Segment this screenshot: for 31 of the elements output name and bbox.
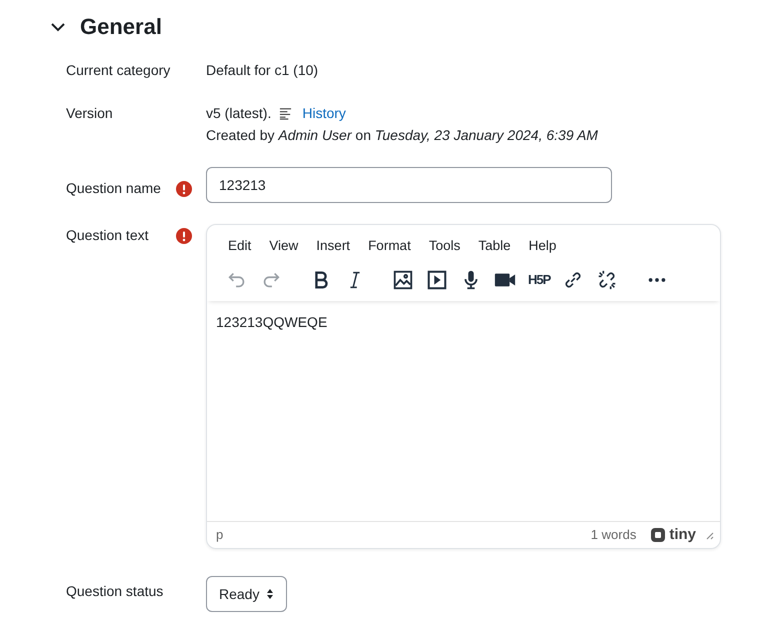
h5p-button[interactable]: H5P xyxy=(528,269,550,291)
play-icon[interactable] xyxy=(426,269,448,291)
field-label: Question name xyxy=(66,180,161,196)
editor-content: 123213QQWEQE xyxy=(216,313,328,332)
logo-icon xyxy=(650,527,666,543)
created-by-text: Created by Admin User on Tuesday, 23 January 2024, 6:39 AM xyxy=(206,126,599,145)
section-title: General xyxy=(80,14,162,40)
field-label: Version xyxy=(66,105,113,121)
sort-caret-icon xyxy=(266,588,274,600)
history-link[interactable]: History xyxy=(302,102,346,124)
brand-name[interactable]: tiny xyxy=(669,524,696,546)
field-label: Question text xyxy=(66,227,148,243)
image-icon[interactable] xyxy=(392,269,414,291)
menu-item[interactable]: Format xyxy=(368,235,411,257)
menu-item[interactable]: Help xyxy=(528,235,556,257)
broken-link-icon[interactable] xyxy=(596,269,618,291)
menu-item[interactable]: Tools xyxy=(428,235,460,257)
version-value: v5 (latest). xyxy=(206,104,272,123)
field-label: Question status xyxy=(66,583,164,599)
resize-handle-icon[interactable] xyxy=(704,530,714,540)
history-icon xyxy=(279,106,292,120)
element-path[interactable]: p xyxy=(216,524,224,546)
menu-item[interactable]: Edit xyxy=(228,235,252,257)
menu-item[interactable]: View xyxy=(269,235,298,257)
field-value: Default for c1 (10) xyxy=(206,62,318,78)
word-count[interactable]: 1 words xyxy=(590,524,636,546)
question-name-field[interactable]: 123213 xyxy=(206,167,612,203)
status-select[interactable]: Ready xyxy=(206,576,288,612)
menu-item[interactable]: Insert xyxy=(316,235,350,257)
menu-item[interactable]: Table xyxy=(478,235,511,257)
field-label: Current category xyxy=(66,62,170,78)
